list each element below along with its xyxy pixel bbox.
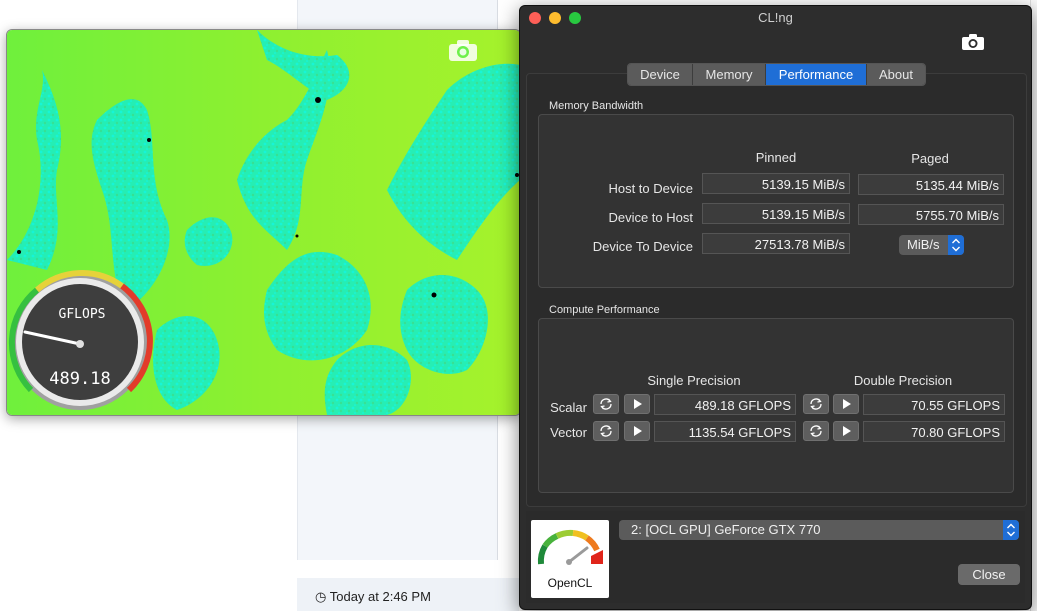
memory-bandwidth-title: Memory Bandwidth (549, 100, 644, 112)
host-to-device-paged-field: 5135.44 MiB/s (858, 174, 1004, 195)
camera-icon[interactable] (961, 33, 985, 51)
device-to-host-paged-field: 5755.70 MiB/s (858, 204, 1004, 225)
scalar-double-field: 70.55 GFLOPS (863, 394, 1005, 415)
vector-single-refresh-button[interactable] (593, 421, 619, 441)
host-to-device-pinned-field: 5139.15 MiB/s (702, 173, 850, 194)
timestamp: ◷ Today at 2:46 PM (315, 589, 431, 605)
play-icon (634, 426, 642, 436)
play-icon (843, 426, 851, 436)
window-title: CL!ng (758, 10, 793, 25)
vector-double-run-button[interactable] (833, 421, 859, 441)
refresh-icon (600, 398, 612, 410)
row-label-device-to-device: Device To Device (592, 239, 693, 254)
row-label-host-to-device: Host to Device (608, 181, 693, 196)
scalar-single-refresh-button[interactable] (593, 394, 619, 414)
row-label-device-to-host: Device to Host (608, 210, 693, 225)
camera-icon[interactable] (447, 38, 479, 62)
gauge-label: GFLOPS (58, 307, 106, 322)
clock-icon: ◷ (315, 589, 327, 604)
refresh-icon (600, 425, 612, 437)
device-to-host-pinned-field: 5139.15 MiB/s (702, 203, 850, 224)
single-precision-header: Single Precision (647, 373, 741, 388)
speedometer-logo-icon (537, 529, 603, 565)
fractal-canvas (7, 30, 520, 415)
tab-memory[interactable]: Memory (693, 64, 766, 85)
fractal-window[interactable]: GFLOPS 489.18 (6, 29, 521, 416)
tab-performance[interactable]: Performance (766, 64, 867, 85)
gflops-gauge (8, 270, 153, 410)
scalar-double-refresh-button[interactable] (803, 394, 829, 414)
vector-single-run-button[interactable] (624, 421, 650, 441)
device-to-device-pinned-field: 27513.78 MiB/s (702, 233, 850, 254)
vector-single-field: 1135.54 GFLOPS (654, 421, 796, 442)
double-precision-header: Double Precision (853, 373, 953, 388)
gauge-value: 489.18 (49, 369, 111, 389)
close-button[interactable]: Close (958, 564, 1020, 585)
tab-bar: Device Memory Performance About (627, 63, 926, 86)
cling-window: CL!ng Device Memory Performance About Me… (519, 5, 1032, 610)
tab-device[interactable]: Device (628, 64, 693, 85)
memory-bandwidth-box (538, 114, 1014, 288)
scalar-double-run-button[interactable] (833, 394, 859, 414)
tab-about[interactable]: About (867, 64, 925, 85)
vector-double-refresh-button[interactable] (803, 421, 829, 441)
paged-column-header: Paged (911, 151, 949, 166)
scalar-single-run-button[interactable] (624, 394, 650, 414)
compute-performance-title: Compute Performance (549, 304, 660, 316)
pinned-column-header: Pinned (755, 150, 797, 165)
bandwidth-unit-value: MiB/s (907, 237, 940, 252)
chevron-updown-icon (948, 235, 964, 255)
play-icon (634, 399, 642, 409)
bandwidth-unit-select[interactable]: MiB/s (899, 235, 964, 255)
refresh-icon (810, 425, 822, 437)
scalar-single-field: 489.18 GFLOPS (654, 394, 796, 415)
timestamp-text: Today at 2:46 PM (329, 589, 431, 604)
refresh-icon (810, 398, 822, 410)
window-titlebar[interactable]: CL!ng (520, 6, 1031, 30)
row-label-scalar: Scalar (550, 400, 587, 415)
opencl-logo: OpenCL (531, 520, 609, 598)
chevron-updown-icon (1003, 520, 1019, 540)
device-select-value: 2: [OCL GPU] GeForce GTX 770 (631, 522, 821, 537)
device-select[interactable]: 2: [OCL GPU] GeForce GTX 770 (619, 520, 1019, 540)
row-label-vector: Vector (550, 425, 587, 440)
play-icon (843, 399, 851, 409)
vector-double-field: 70.80 GFLOPS (863, 421, 1005, 442)
opencl-logo-label: OpenCL (547, 576, 593, 590)
